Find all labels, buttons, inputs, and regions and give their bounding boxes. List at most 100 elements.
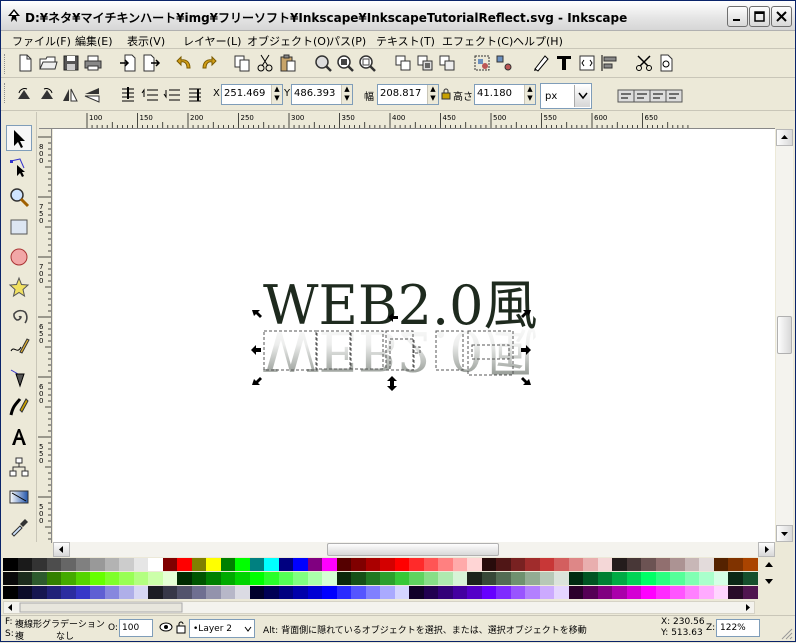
palette-scroll-arrows[interactable] bbox=[761, 558, 777, 600]
palette-swatch[interactable] bbox=[452, 558, 468, 571]
palette-swatch[interactable] bbox=[278, 586, 294, 599]
palette-swatch[interactable] bbox=[264, 558, 279, 571]
palette-swatch[interactable] bbox=[104, 558, 120, 571]
palette-swatch[interactable] bbox=[409, 558, 424, 571]
palette-swatch[interactable] bbox=[380, 558, 395, 571]
palette-swatch[interactable] bbox=[148, 586, 163, 599]
drawing-canvas[interactable]: WEB2.0風 WEB2.0風 bbox=[53, 129, 775, 542]
pen-tool[interactable] bbox=[6, 364, 32, 390]
palette-swatch[interactable] bbox=[394, 572, 410, 585]
palette-swatch[interactable] bbox=[539, 572, 555, 585]
x-spinner[interactable]: ▲ ▼ bbox=[271, 85, 282, 104]
palette-swatch[interactable] bbox=[351, 586, 366, 599]
import-icon[interactable] bbox=[118, 53, 138, 73]
close-button[interactable] bbox=[771, 6, 792, 27]
palette-swatch[interactable] bbox=[119, 558, 134, 571]
menu-help[interactable]: ヘルプ(H) bbox=[513, 33, 563, 49]
palette-swatch[interactable] bbox=[206, 558, 221, 571]
palette-swatch[interactable] bbox=[539, 558, 555, 571]
palette-swatch[interactable] bbox=[264, 586, 279, 599]
palette-swatch[interactable] bbox=[32, 572, 47, 585]
palette-swatch[interactable] bbox=[322, 572, 337, 585]
palette-swatch[interactable] bbox=[264, 572, 279, 585]
palette-swatch[interactable] bbox=[32, 558, 47, 571]
zoom-page-icon[interactable] bbox=[357, 53, 377, 73]
flip-vertical-icon[interactable] bbox=[82, 85, 102, 105]
palette-swatch[interactable] bbox=[554, 586, 569, 599]
palette-swatch[interactable] bbox=[713, 572, 729, 585]
palette-swatch[interactable] bbox=[438, 572, 453, 585]
palette-swatch[interactable] bbox=[525, 572, 540, 585]
palette-swatch[interactable] bbox=[510, 558, 526, 571]
opacity-field[interactable]: 100 bbox=[119, 619, 153, 637]
palette-swatch[interactable] bbox=[235, 558, 250, 571]
palette-scrollbar[interactable] bbox=[3, 601, 755, 614]
lock-icon[interactable] bbox=[441, 88, 451, 100]
width-spinner[interactable]: ▲ ▼ bbox=[427, 85, 438, 104]
palette-swatch[interactable] bbox=[380, 586, 395, 599]
palette-swatch[interactable] bbox=[278, 558, 294, 571]
palette-swatch[interactable] bbox=[452, 572, 468, 585]
height-spinner[interactable]: ▲ ▼ bbox=[524, 85, 535, 104]
palette-swatch[interactable] bbox=[90, 558, 105, 571]
scroll-right-button[interactable] bbox=[758, 542, 775, 557]
palette-swatch[interactable] bbox=[61, 586, 76, 599]
eye-icon[interactable] bbox=[159, 620, 173, 634]
menu-object[interactable]: オブジェクト(O) bbox=[247, 33, 330, 49]
palette-swatch[interactable] bbox=[670, 558, 685, 571]
zoom-value[interactable]: 122% bbox=[720, 623, 746, 633]
preferences-icon[interactable] bbox=[634, 53, 654, 73]
palette-swatch[interactable] bbox=[481, 572, 497, 585]
menu-layer[interactable]: レイヤー(L) bbox=[183, 33, 241, 49]
ellipse-tool[interactable] bbox=[6, 244, 32, 270]
palette-swatch[interactable] bbox=[626, 586, 642, 599]
palette-swatch[interactable] bbox=[61, 572, 76, 585]
unit-select[interactable]: px bbox=[540, 83, 592, 109]
scroll-down-button[interactable] bbox=[776, 525, 793, 542]
undo-icon[interactable] bbox=[175, 53, 195, 73]
palette-swatch[interactable] bbox=[394, 558, 410, 571]
palette-swatch[interactable] bbox=[133, 586, 149, 599]
palette-swatch[interactable] bbox=[597, 558, 613, 571]
toolbar-grip[interactable] bbox=[4, 54, 7, 74]
y-field[interactable]: ▲▼ bbox=[291, 84, 353, 105]
text-font-icon[interactable] bbox=[554, 53, 574, 73]
palette-swatch[interactable] bbox=[626, 572, 642, 585]
palette-swatch[interactable] bbox=[365, 572, 381, 585]
palette-swatch[interactable] bbox=[191, 572, 207, 585]
palette-swatch[interactable] bbox=[191, 558, 207, 571]
align-distribute-icon[interactable] bbox=[599, 53, 619, 73]
palette-swatch[interactable] bbox=[496, 572, 511, 585]
cut-icon[interactable] bbox=[255, 53, 275, 73]
zoom-drawing-icon[interactable] bbox=[335, 53, 355, 73]
palette-swatch[interactable] bbox=[104, 572, 120, 585]
palette-swatch[interactable] bbox=[568, 558, 584, 571]
palette-swatch[interactable] bbox=[75, 586, 91, 599]
palette-swatch[interactable] bbox=[380, 572, 395, 585]
palette-swatch[interactable] bbox=[336, 572, 352, 585]
palette-swatch[interactable] bbox=[3, 586, 18, 599]
palette-swatch[interactable] bbox=[220, 586, 236, 599]
stroke-value[interactable]: なし bbox=[56, 629, 74, 642]
menu-path[interactable]: パス(P) bbox=[329, 33, 366, 49]
menu-edit[interactable]: 編集(E) bbox=[75, 33, 113, 49]
palette-swatch[interactable] bbox=[235, 586, 250, 599]
palette-swatch[interactable] bbox=[699, 572, 714, 585]
palette-swatch[interactable] bbox=[293, 558, 308, 571]
palette-swatch[interactable] bbox=[75, 572, 91, 585]
layer-lock-icon[interactable] bbox=[175, 620, 187, 634]
width-input[interactable] bbox=[380, 88, 426, 99]
palette-swatch[interactable] bbox=[452, 586, 468, 599]
resize-handle-nw[interactable] bbox=[252, 310, 262, 318]
palette-swatch[interactable] bbox=[235, 572, 250, 585]
node-tool[interactable] bbox=[6, 154, 32, 180]
palette-swatch[interactable] bbox=[539, 586, 555, 599]
palette-swatch[interactable] bbox=[249, 558, 265, 571]
palette-swatch[interactable] bbox=[32, 586, 47, 599]
document-properties-icon[interactable] bbox=[656, 53, 676, 73]
selector-tool[interactable] bbox=[6, 125, 32, 151]
group-icon[interactable] bbox=[472, 53, 492, 73]
palette-swatch[interactable] bbox=[713, 586, 729, 599]
palette-swatch[interactable] bbox=[481, 558, 497, 571]
palette-swatch[interactable] bbox=[394, 586, 410, 599]
